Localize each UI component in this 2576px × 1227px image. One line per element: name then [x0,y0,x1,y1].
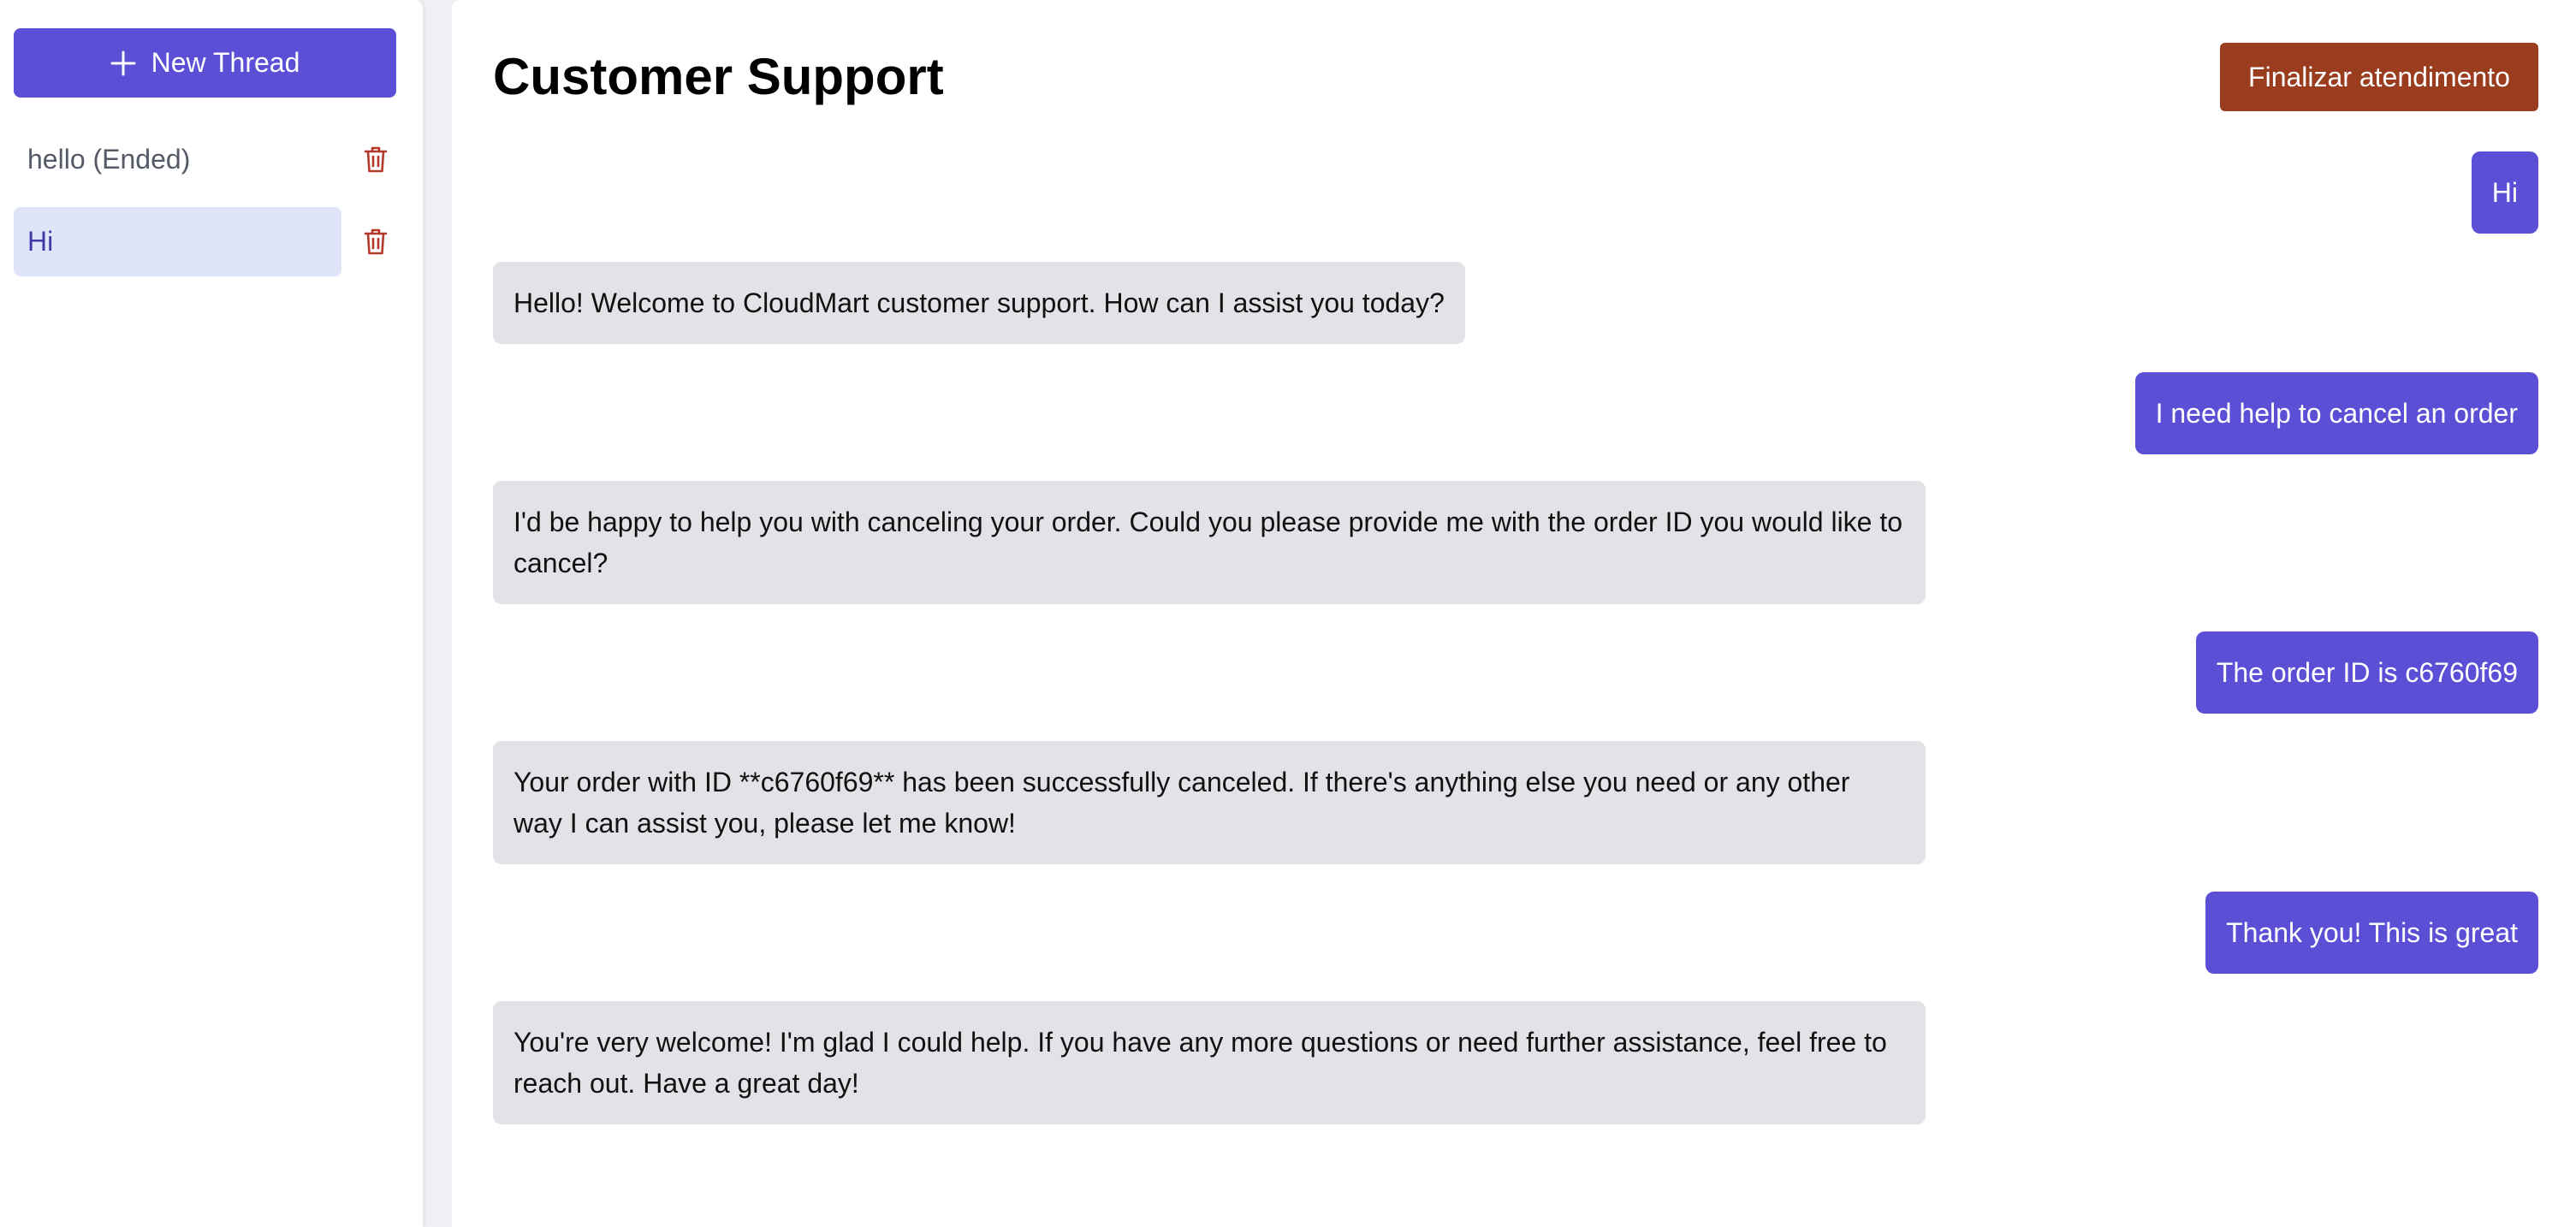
thread-item-hi[interactable]: Hi [14,207,341,276]
user-message: The order ID is c6760f69 [2195,631,2538,714]
end-conversation-button[interactable]: Finalizar atendimento [2220,43,2538,111]
assistant-message: I'd be happy to help you with canceling … [493,481,1926,604]
user-message: Hi [2471,151,2538,234]
new-thread-label: New Thread [151,47,300,78]
trash-icon[interactable] [359,142,393,176]
sidebar: New Thread hello (Ended) Hi [0,0,423,1227]
assistant-message: Your order with ID **c6760f69** has been… [493,741,1926,864]
thread-item-label: Hi [27,226,54,257]
plus-icon [110,50,136,76]
page-title: Customer Support [493,48,944,105]
assistant-message: You're very welcome! I'm glad I could he… [493,1001,1926,1124]
thread-item-label: hello (Ended) [27,144,191,175]
assistant-message: Hello! Welcome to CloudMart customer sup… [493,262,1465,344]
new-thread-button[interactable]: New Thread [14,28,396,98]
trash-icon[interactable] [359,224,393,258]
thread-item-hello[interactable]: hello (Ended) [14,125,341,194]
user-message: Thank you! This is great [2205,892,2538,974]
user-message: I need help to cancel an order [2134,372,2538,454]
chat-panel: Customer Support Finalizar atendimento H… [452,0,2576,1227]
